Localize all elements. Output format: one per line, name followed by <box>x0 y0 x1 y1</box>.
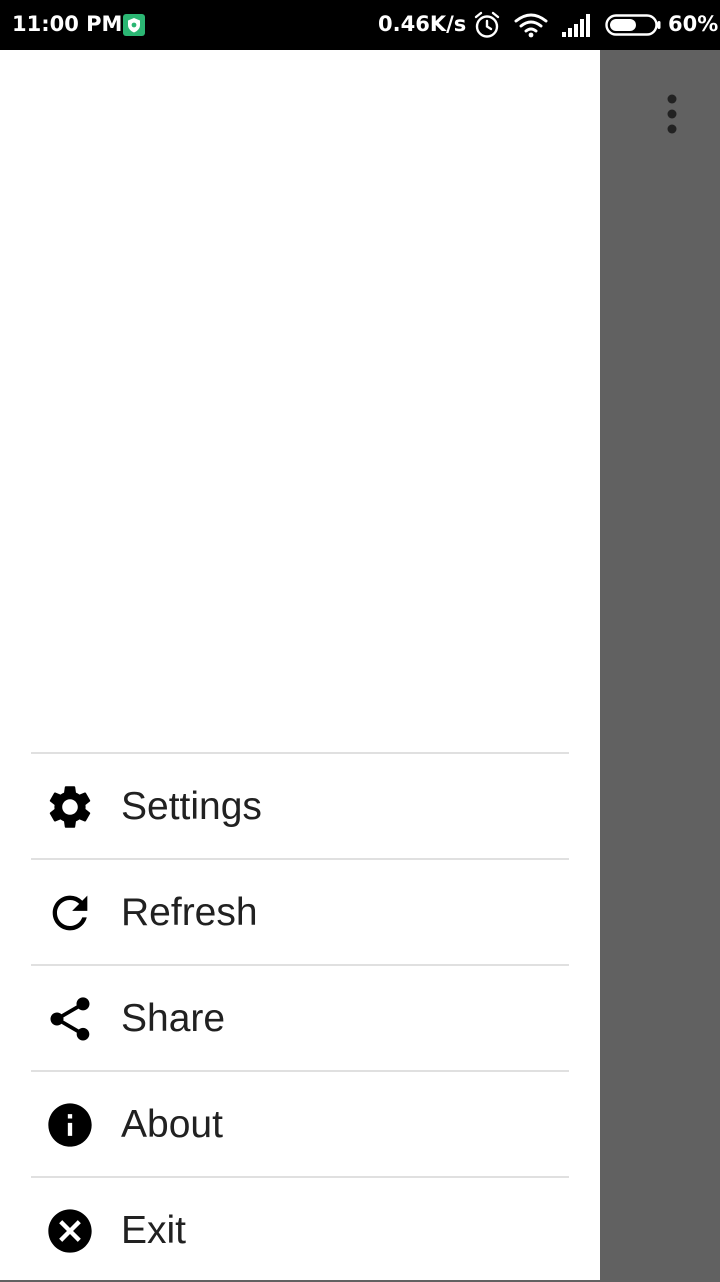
gear-icon <box>49 786 91 828</box>
refresh-icon <box>52 895 88 931</box>
menu-item-label: Exit <box>121 1209 187 1252</box>
drawer-menu: Settings Refresh Share About Exit <box>31 752 569 1282</box>
network-speed: 0.46K/s <box>378 12 467 36</box>
alarm-icon <box>474 11 500 38</box>
menu-item-label: Share <box>121 997 226 1040</box>
navigation-drawer: Settings Refresh Share About Exit <box>0 50 600 1280</box>
signal-icon <box>562 14 590 37</box>
wifi-icon <box>514 13 548 38</box>
battery-icon <box>605 14 661 36</box>
menu-item-label: About <box>121 1103 223 1146</box>
menu-item-about[interactable]: About <box>31 1072 569 1178</box>
info-icon <box>48 1103 92 1147</box>
menu-item-refresh[interactable]: Refresh <box>31 860 569 966</box>
shield-icon <box>123 14 145 36</box>
status-bar: 11:00 PM 0.46K/s 60% <box>0 0 720 50</box>
menu-item-label: Refresh <box>121 891 258 934</box>
more-vert-icon[interactable] <box>656 90 688 138</box>
close-circle-icon <box>48 1209 92 1253</box>
menu-item-settings[interactable]: Settings <box>31 754 569 860</box>
battery-percent: 60% <box>668 12 719 36</box>
menu-item-share[interactable]: Share <box>31 966 569 1072</box>
share-icon <box>50 997 90 1041</box>
menu-item-exit[interactable]: Exit <box>31 1178 569 1282</box>
menu-item-label: Settings <box>121 785 262 828</box>
status-time: 11:00 PM <box>12 12 123 36</box>
